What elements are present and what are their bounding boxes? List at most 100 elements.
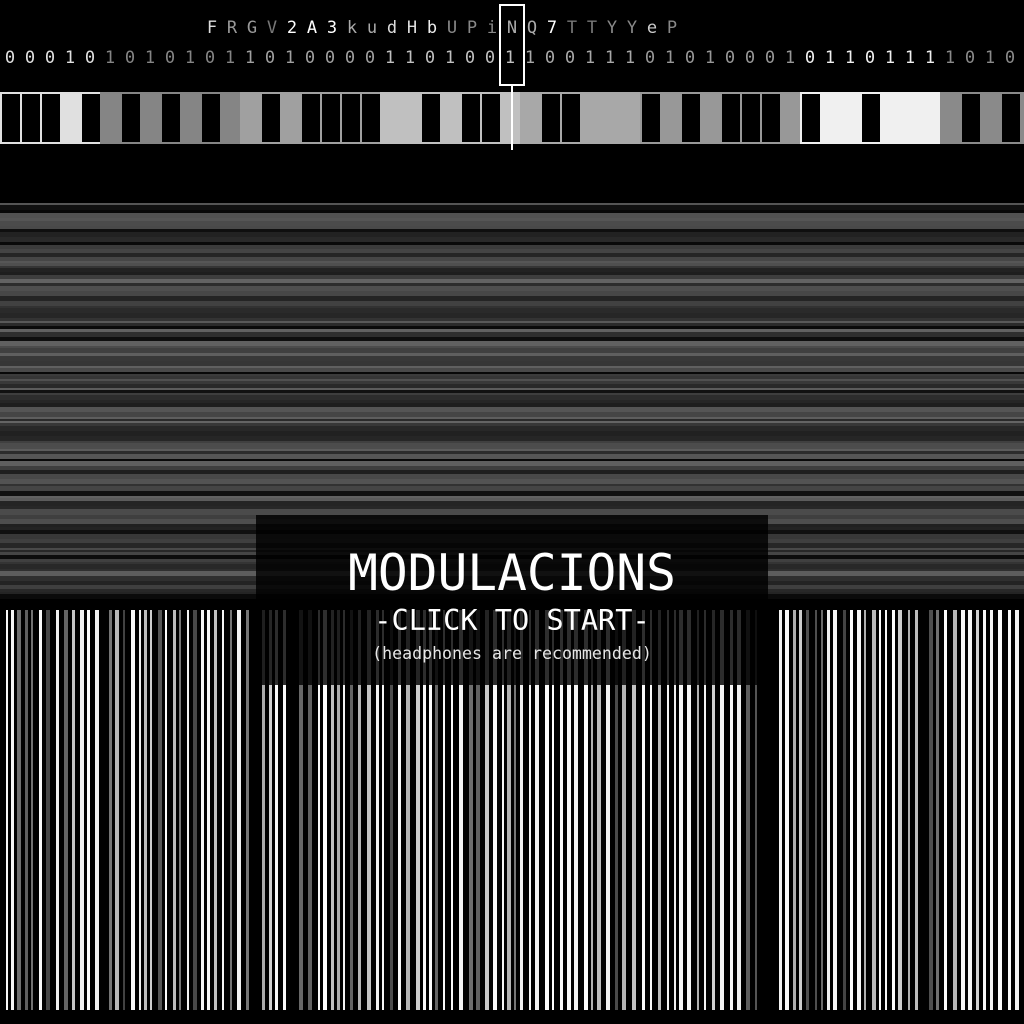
bit-cell-low	[260, 92, 280, 144]
bit-value: 1	[664, 48, 676, 68]
bit-value: 1	[844, 48, 856, 68]
bit-cell-gap	[762, 94, 780, 142]
app-title: MODULACIONS	[348, 544, 676, 602]
bit-cell-low	[760, 92, 780, 144]
bit-cell-low	[420, 92, 440, 144]
waveform-bar	[187, 610, 189, 1010]
character-glyph: V	[266, 18, 278, 38]
bit-value: 1	[924, 48, 936, 68]
waveform-bar	[56, 610, 59, 1010]
waveform-bar	[131, 610, 135, 1010]
bit-cell-low	[300, 92, 320, 144]
character-glyph: 3	[326, 18, 338, 38]
waveform-bar	[983, 610, 986, 1010]
bit-cell-high	[700, 92, 720, 144]
waveform-bar	[158, 610, 162, 1010]
character-glyph: k	[346, 18, 358, 38]
character-glyph: A	[306, 18, 318, 38]
bit-cell-low	[0, 92, 20, 144]
playhead-cursor	[499, 4, 525, 86]
waveform-bar	[72, 610, 75, 1010]
headphones-hint: (headphones are recommended)	[372, 644, 652, 663]
bit-cell-gap	[422, 94, 440, 142]
bit-cell-high	[660, 92, 680, 144]
bit-value: 1	[604, 48, 616, 68]
waveform-bar	[879, 610, 881, 1010]
waveform-bar	[779, 610, 782, 1010]
bit-value: 0	[684, 48, 696, 68]
waveform-bar	[885, 610, 887, 1010]
bit-cell-gap	[542, 94, 560, 142]
bit-cell-low	[640, 92, 660, 144]
bit-value: 1	[704, 48, 716, 68]
playhead-line	[511, 85, 513, 150]
waveform-bar	[1008, 610, 1011, 1010]
bit-value: 0	[304, 48, 316, 68]
bit-cell-low	[120, 92, 140, 144]
waveform-bar	[214, 610, 217, 1010]
waveform-bar	[246, 610, 249, 1010]
bit-cell-gap	[22, 94, 40, 142]
waveform-bar	[821, 610, 823, 1010]
character-glyph: T	[586, 18, 598, 38]
waveform-bar	[799, 610, 802, 1010]
character-glyph: Q	[526, 18, 538, 38]
bit-cell-high	[880, 92, 900, 144]
bit-cell-low	[1000, 92, 1020, 144]
bit-value: 0	[1004, 48, 1016, 68]
bit-cell-high	[920, 92, 940, 144]
bit-cell-high	[440, 92, 460, 144]
bit-cell-low	[720, 92, 740, 144]
waveform-bar	[953, 610, 957, 1010]
waveform-bar	[139, 610, 141, 1010]
waveform-bar	[806, 610, 809, 1010]
bit-cell-high	[400, 92, 420, 144]
bit-value: 0	[964, 48, 976, 68]
waveform-bar	[990, 610, 993, 1010]
bit-cell-high	[580, 92, 600, 144]
bit-cell-high	[780, 92, 800, 144]
bit-cell-high	[820, 92, 840, 144]
bit-cell-high	[280, 92, 300, 144]
bit-value: 1	[904, 48, 916, 68]
bit-cell-gap	[202, 94, 220, 142]
waveform-bar	[179, 610, 181, 1010]
bit-cell-gap	[262, 94, 280, 142]
bit-value: 0	[564, 48, 576, 68]
bit-cell-high	[900, 92, 920, 144]
character-glyph: R	[226, 18, 238, 38]
bit-cell-low	[20, 92, 40, 144]
bit-value: 0	[204, 48, 216, 68]
waveform-bar	[237, 610, 241, 1010]
start-overlay[interactable]: MODULACIONS -CLICK TO START- (headphones…	[256, 515, 768, 685]
bit-value: 1	[944, 48, 956, 68]
bit-cell-low	[960, 92, 980, 144]
bit-cell-gap	[2, 94, 20, 142]
bit-value: 1	[244, 48, 256, 68]
bit-value: 0	[364, 48, 376, 68]
bit-cell-low	[680, 92, 700, 144]
waveform-bar	[109, 610, 112, 1010]
bit-value: 1	[144, 48, 156, 68]
waveform-bar	[80, 610, 84, 1010]
waveform-bar	[850, 610, 853, 1010]
waveform-bar	[17, 610, 21, 1010]
bit-cell-low	[40, 92, 60, 144]
bit-cell-gap	[322, 94, 340, 142]
bit-cell-gap	[742, 94, 760, 142]
waveform-bar	[785, 610, 789, 1010]
bit-value: 0	[4, 48, 16, 68]
waveform-bar	[46, 610, 50, 1010]
bit-cell-high	[240, 92, 260, 144]
bit-cell-low	[200, 92, 220, 144]
waveform-bar	[864, 610, 866, 1010]
character-glyph: P	[466, 18, 478, 38]
bit-cell-gap	[162, 94, 180, 142]
click-to-start-button[interactable]: -CLICK TO START-	[256, 603, 768, 637]
bit-value: 0	[644, 48, 656, 68]
waveform-bar	[936, 610, 939, 1010]
bit-cell-edge	[1020, 92, 1024, 144]
waveform-bar	[915, 610, 918, 1010]
bit-cell-gap	[802, 94, 820, 142]
bit-value: 1	[184, 48, 196, 68]
